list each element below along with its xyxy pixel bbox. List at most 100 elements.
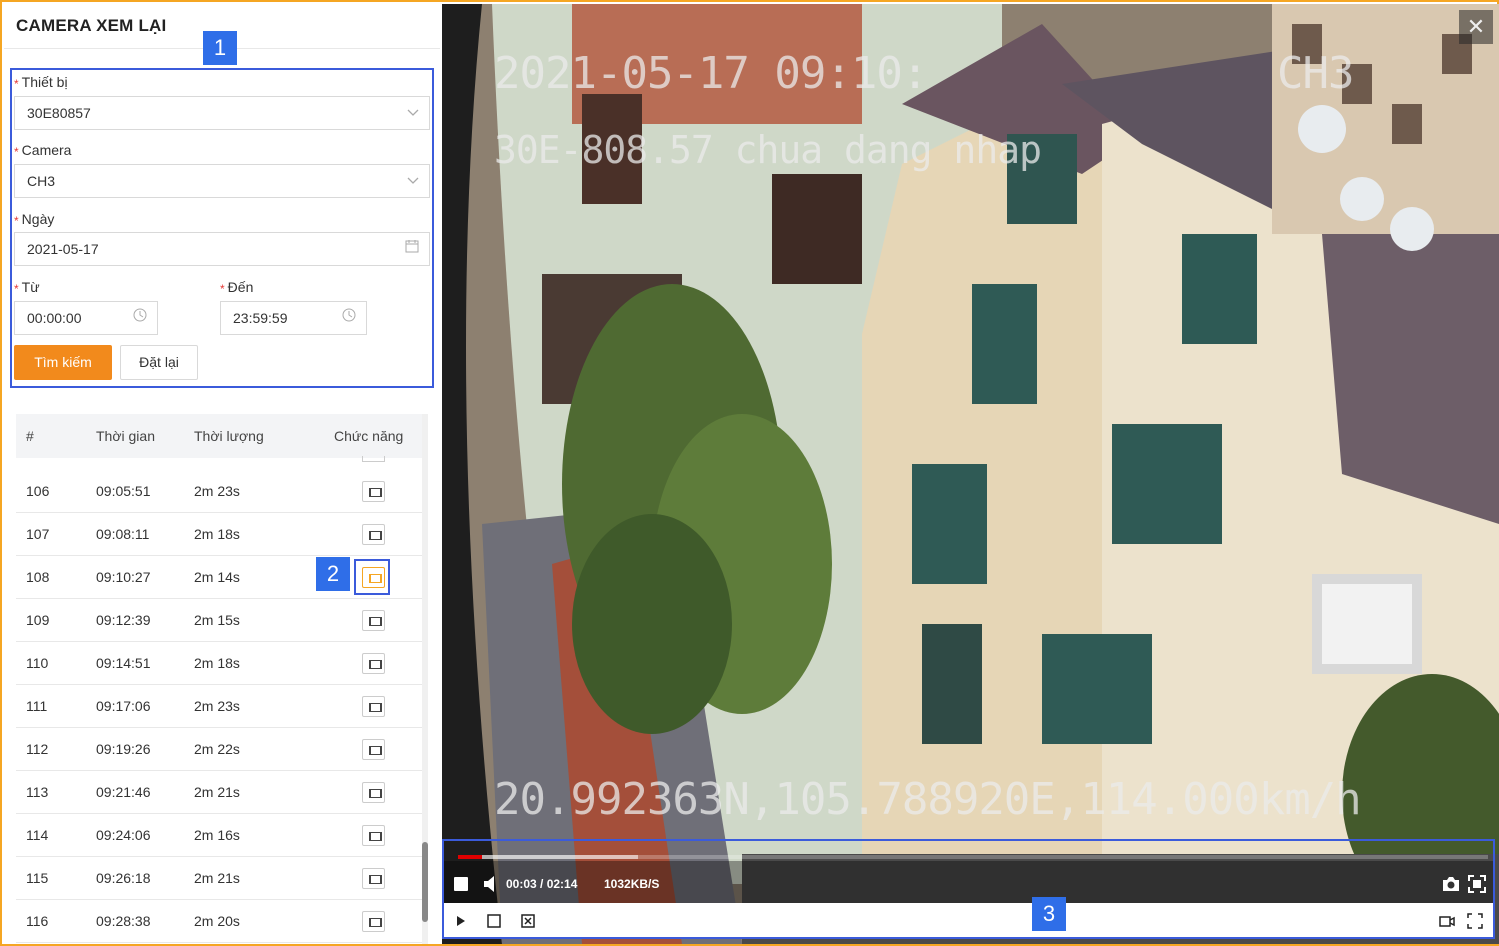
to-time-value: 23:59:59 <box>233 310 288 326</box>
close-stream-icon[interactable] <box>520 913 536 929</box>
to-label: * Đến <box>220 279 254 296</box>
row-duration: 2m 21s <box>194 784 240 800</box>
video-player[interactable]: 2021-05-17 09:10: CH3 30E-808.57 chua da… <box>442 4 1499 944</box>
table-row[interactable]: 110 09:14:51 2m 18s <box>16 642 422 685</box>
reset-button[interactable]: Đặt lại <box>120 345 198 380</box>
play-record-icon[interactable] <box>362 739 385 760</box>
snapshot-icon[interactable] <box>1441 875 1461 893</box>
annotation-badge-2: 2 <box>316 557 350 591</box>
row-duration: 2m 15s <box>194 612 240 628</box>
fullscreen-expand-icon[interactable] <box>1467 913 1483 929</box>
row-time: 09:28:38 <box>96 913 151 929</box>
row-index: 116 <box>26 913 49 929</box>
play-record-icon[interactable] <box>362 456 385 462</box>
row-time: 09:08:11 <box>96 526 150 542</box>
record-video-icon[interactable] <box>1439 913 1455 929</box>
play-record-icon[interactable] <box>362 610 385 631</box>
camera-label: * Camera <box>14 142 72 159</box>
col-time: Thời gian <box>96 428 155 444</box>
row-index: 107 <box>26 526 50 542</box>
row-index: 109 <box>26 612 50 628</box>
page-title: CAMERA XEM LẠI <box>16 16 167 35</box>
table-row[interactable]: 106 09:05:51 2m 23s <box>16 470 422 513</box>
row-duration: 2m 20s <box>194 913 240 929</box>
annotation-frame-2 <box>354 559 390 595</box>
row-time: 09:10:27 <box>96 569 151 585</box>
row-index: 115 <box>26 870 49 886</box>
annotation-badge-1: 1 <box>203 31 237 65</box>
clock-icon <box>342 302 356 334</box>
row-duration: 2m 16s <box>194 827 240 843</box>
from-label: * Từ <box>14 279 40 296</box>
row-time: 09:17:06 <box>96 698 151 714</box>
table-row[interactable]: 116 09:28:38 2m 20s <box>16 900 422 943</box>
table-row[interactable]: 107 09:08:11 2m 18s <box>16 513 422 556</box>
close-button[interactable]: ✕ <box>1459 10 1493 44</box>
row-duration: 2m 23s <box>194 483 240 499</box>
stop-square-icon[interactable] <box>486 913 502 929</box>
row-duration: 2m 23s <box>194 698 240 714</box>
row-time: 09:12:39 <box>96 612 151 628</box>
table-row[interactable]: 109 09:12:39 2m 15s <box>16 599 422 642</box>
play-icon[interactable] <box>452 913 468 929</box>
progress-fill <box>458 855 482 859</box>
row-index: 114 <box>26 827 49 843</box>
row-time: 09:19:26 <box>96 741 151 757</box>
row-duration: 2m 18s <box>194 655 240 671</box>
to-time-picker[interactable]: 23:59:59 <box>220 301 367 335</box>
scrollbar-thumb[interactable] <box>422 842 428 922</box>
play-record-icon[interactable] <box>362 696 385 717</box>
row-time: 09:26:18 <box>96 870 151 886</box>
play-record-icon[interactable] <box>362 825 385 846</box>
search-button[interactable]: Tìm kiếm <box>14 345 112 380</box>
row-index: 112 <box>26 741 49 757</box>
clock-icon <box>133 302 147 334</box>
play-record-icon[interactable] <box>362 481 385 502</box>
device-label: * Thiết bị <box>14 74 68 91</box>
osd-channel: CH3 <box>1277 48 1354 99</box>
col-duration: Thời lượng <box>194 428 264 444</box>
camera-select[interactable]: CH3 <box>14 164 430 198</box>
table-header: # Thời gian Thời lượng Chức năng <box>16 414 422 458</box>
row-index: 110 <box>26 655 49 671</box>
col-index: # <box>26 428 34 444</box>
table-row[interactable]: 112 09:19:26 2m 22s <box>16 728 422 771</box>
date-picker[interactable]: 2021-05-17 <box>14 232 430 266</box>
chevron-down-icon <box>407 165 419 197</box>
row-duration: 2m 21s <box>194 870 240 886</box>
volume-icon[interactable] <box>484 875 498 893</box>
play-record-icon[interactable] <box>362 782 385 803</box>
play-record-icon[interactable] <box>362 653 385 674</box>
date-value: 2021-05-17 <box>27 241 99 257</box>
player-controls: 00:03 / 02:14 1032KB/S <box>442 839 1495 939</box>
stop-icon[interactable] <box>454 877 468 891</box>
row-duration: 2m 22s <box>194 741 240 757</box>
row-index: 113 <box>26 784 49 800</box>
row-index: 111 <box>26 698 48 714</box>
progress-buffer <box>458 855 638 859</box>
chevron-down-icon <box>407 97 419 129</box>
device-value: 30E80857 <box>27 105 91 121</box>
time-display: 00:03 / 02:14 <box>506 877 578 891</box>
play-record-icon[interactable] <box>362 868 385 889</box>
row-time: 09:05:51 <box>96 483 151 499</box>
annotation-badge-3: 3 <box>1032 897 1066 931</box>
osd-gps: 20.992363N,105.788920E,114.000km/h <box>494 774 1362 825</box>
fullscreen-icon[interactable] <box>1467 875 1487 893</box>
osd-datetime: 2021-05-17 09:10: <box>494 48 928 99</box>
table-row[interactable]: 115 09:26:18 2m 21s <box>16 857 422 900</box>
toolbar <box>444 903 1493 937</box>
bitrate-display: 1032KB/S <box>604 877 660 891</box>
table-row[interactable]: 111 09:17:06 2m 23s <box>16 685 422 728</box>
row-index: 106 <box>26 483 50 499</box>
playback-window: CAMERA XEM LẠI * Thiết bị 30E80857 * Camer… <box>0 0 1499 946</box>
from-time-value: 00:00:00 <box>27 310 82 326</box>
table-row[interactable]: 113 09:21:46 2m 21s <box>16 771 422 814</box>
device-select[interactable]: 30E80857 <box>14 96 430 130</box>
from-time-picker[interactable]: 00:00:00 <box>14 301 158 335</box>
date-label: * Ngày <box>14 211 55 228</box>
table-row[interactable]: 114 09:24:06 2m 16s <box>16 814 422 857</box>
play-record-icon[interactable] <box>362 524 385 545</box>
play-record-icon[interactable] <box>362 911 385 932</box>
camera-value: CH3 <box>27 173 56 189</box>
